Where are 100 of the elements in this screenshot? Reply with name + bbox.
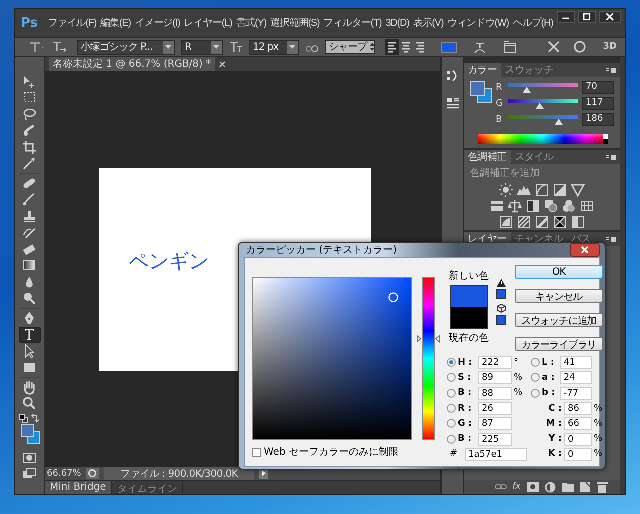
tool-button[interactable]	[18, 326, 40, 343]
panels-icon[interactable]	[503, 40, 517, 54]
effects-button[interactable]: fx	[512, 482, 521, 492]
cancel-icon[interactable]	[547, 40, 562, 54]
background-color-swatch[interactable]	[477, 88, 492, 103]
font-style-dropdown[interactable]: R	[181, 40, 223, 54]
value-field[interactable]: 222	[478, 356, 512, 370]
trash-icon[interactable]	[597, 481, 608, 493]
new-layer-icon[interactable]	[580, 482, 591, 492]
radio-button[interactable]	[531, 358, 540, 368]
dialog-button[interactable]: OK	[515, 265, 603, 279]
value-field[interactable]: 89	[478, 371, 512, 384]
link-icon[interactable]	[494, 482, 506, 492]
saturation-brightness-field[interactable]	[252, 277, 412, 440]
radio-button[interactable]	[447, 358, 456, 368]
antialias-select[interactable]: シャープ	[325, 40, 375, 54]
photo-filter-icon[interactable]	[544, 199, 558, 213]
menu-item[interactable]: 選択範囲(S)	[268, 16, 322, 30]
menu-item[interactable]: イメージ(I)	[132, 16, 182, 30]
dialog-button[interactable]: キャンセル	[515, 289, 603, 303]
menu-item[interactable]: フィルター(T)	[322, 16, 384, 30]
channel-value-field[interactable]: 186	[582, 113, 614, 126]
value-field[interactable]: 41	[560, 356, 592, 370]
radio-button[interactable]	[531, 388, 540, 398]
radio-button[interactable]	[447, 434, 456, 444]
radio-button[interactable]	[447, 373, 456, 382]
triangle-icon[interactable]	[571, 183, 585, 197]
text-orientation-icon[interactable]	[51, 40, 67, 54]
menu-item[interactable]: 編集(E)	[98, 16, 133, 30]
swap-arrow-icon[interactable]	[31, 414, 40, 423]
channel-mixer-icon[interactable]	[562, 199, 576, 213]
value-field[interactable]: 0	[564, 448, 592, 461]
document-tab[interactable]: 名称未設定 1 @ 66.7% (RGB/8) *	[49, 57, 216, 71]
menu-item[interactable]: レイヤー(L)	[182, 16, 234, 30]
dialog-button[interactable]: カラーライブラリ	[515, 337, 603, 351]
channel-value-field[interactable]: 70	[582, 81, 614, 94]
status-menu-icon[interactable]	[86, 468, 100, 479]
brightness-icon[interactable]	[499, 183, 513, 197]
commit-circle-icon[interactable]	[573, 40, 588, 54]
menu-item[interactable]: 書式(Y)	[234, 16, 269, 30]
close-icon[interactable]	[599, 11, 621, 23]
maximize-icon[interactable]	[578, 11, 596, 23]
value-field[interactable]: 88	[478, 386, 512, 400]
posterize-icon[interactable]	[517, 215, 531, 229]
minimize-icon[interactable]	[557, 11, 575, 23]
panel-tab[interactable]: カラー	[464, 63, 502, 77]
menu-item[interactable]: ヘルプ(H)	[511, 16, 556, 30]
value-field[interactable]: 87	[478, 417, 512, 430]
gradient-map-icon[interactable]	[553, 215, 567, 229]
properties-panel-icon[interactable]	[446, 96, 460, 110]
curves-icon[interactable]	[535, 183, 549, 197]
font-size-dropdown[interactable]: 12 px	[249, 40, 299, 54]
value-field[interactable]: -77	[560, 386, 592, 400]
foreground-color-swatch[interactable]	[20, 424, 34, 437]
panel-menu-icon[interactable]	[606, 67, 616, 73]
hue-slider[interactable]	[422, 277, 435, 440]
close-button[interactable]	[570, 243, 600, 257]
type-tool-icon[interactable]	[27, 40, 45, 54]
slider-track[interactable]	[508, 114, 578, 126]
half-circle-icon[interactable]	[545, 482, 556, 492]
menu-item[interactable]: 表示(V)	[411, 16, 446, 30]
channel-value-field[interactable]: 117	[582, 97, 614, 110]
selective-color-icon[interactable]	[571, 215, 585, 229]
screen-mode-icon[interactable]	[22, 467, 37, 480]
folder-icon[interactable]	[562, 482, 574, 492]
radio-button[interactable]	[447, 388, 456, 398]
warped-text-icon[interactable]	[473, 40, 487, 54]
value-field[interactable]: 24	[560, 371, 592, 384]
panel-tab[interactable]: 色調補正	[464, 150, 511, 164]
value-field[interactable]: 86	[564, 402, 592, 416]
balance-icon[interactable]	[508, 199, 522, 213]
value-field[interactable]: 26	[478, 402, 512, 416]
web-safe-checkbox[interactable]: Web セーフカラーのみに制限	[252, 445, 439, 459]
3d-mode-button[interactable]: 3D	[603, 42, 617, 52]
exposure-icon[interactable]	[553, 183, 567, 197]
menu-item[interactable]: ファイル(F)	[46, 16, 99, 30]
panel-menu-icon[interactable]	[606, 154, 616, 160]
hex-field[interactable]: 1a57e1	[464, 448, 527, 461]
invert-icon[interactable]	[499, 215, 513, 229]
threshold-icon[interactable]	[535, 215, 549, 229]
split-square-icon[interactable]	[526, 199, 540, 213]
foreground-color-swatch[interactable]	[470, 81, 485, 96]
slider-track[interactable]	[508, 82, 578, 94]
current-color-swatch[interactable]	[451, 307, 487, 328]
panel-tab[interactable]: Mini Bridge	[45, 481, 112, 494]
value-field[interactable]: 225	[478, 432, 512, 446]
value-field[interactable]: 0	[564, 432, 592, 446]
text-color-swatch[interactable]	[441, 42, 457, 52]
mask-icon[interactable]	[527, 482, 539, 492]
history-panel-icon[interactable]	[446, 69, 460, 83]
radio-button[interactable]	[447, 419, 456, 428]
hue-slider-handle[interactable]	[417, 335, 440, 344]
menu-item[interactable]: ウィンドウ(W)	[446, 16, 512, 30]
quick-mask-icon[interactable]	[22, 450, 37, 464]
web-safe-color-swatch[interactable]	[496, 315, 506, 325]
vibrance-icon[interactable]	[490, 199, 504, 213]
dialog-button[interactable]: スウォッチに追加	[515, 313, 603, 327]
gamut-color-swatch[interactable]	[496, 289, 506, 299]
radio-button[interactable]	[531, 373, 540, 382]
align-left-button[interactable]	[385, 39, 399, 55]
